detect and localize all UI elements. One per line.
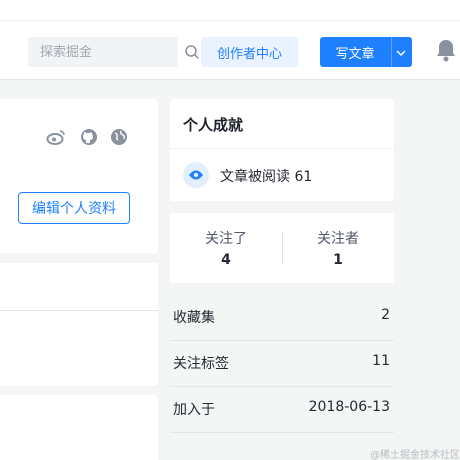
write-article-label[interactable]: 写文章: [320, 37, 390, 67]
creator-center-button[interactable]: 创作者中心: [201, 37, 298, 67]
eye-icon: [183, 162, 209, 188]
watermark: @稀土掘金技术社区: [370, 450, 460, 460]
weibo-icon[interactable]: [46, 128, 66, 150]
profile-card: [0, 99, 158, 253]
profile-tabs-card: [0, 263, 158, 386]
top-nav-bar: 创作者中心 写文章: [0, 0, 460, 80]
followers-count[interactable]: 1: [282, 252, 394, 268]
search-box[interactable]: [28, 37, 199, 67]
stat-row-followed-tags[interactable]: 关注标签 11: [170, 341, 394, 387]
notification-bell-icon[interactable]: [435, 38, 457, 66]
write-article-button[interactable]: 写文章: [320, 37, 412, 67]
feed-card: [0, 395, 158, 460]
stat-key: 加入于: [173, 402, 215, 418]
followers-stat[interactable]: 关注者 1: [282, 228, 394, 268]
stat-value: 2018-06-13: [308, 399, 390, 415]
website-globe-icon[interactable]: [110, 128, 128, 150]
github-icon[interactable]: [80, 128, 98, 150]
following-stat[interactable]: 关注了 4: [170, 228, 282, 268]
stat-key: 关注标签: [173, 356, 229, 372]
tabs-divider: [0, 310, 158, 311]
following-label[interactable]: 关注了: [170, 228, 282, 248]
stat-value: 2: [381, 307, 390, 323]
article-read-label: 文章被阅读: [220, 169, 290, 185]
article-read-stat: 文章被阅读 61: [220, 166, 312, 186]
article-read-count: 61: [294, 169, 313, 185]
stat-key: 收藏集: [173, 310, 215, 326]
stat-row-collections[interactable]: 收藏集 2: [170, 295, 394, 341]
achievements-divider: [170, 148, 394, 149]
edit-profile-button[interactable]: 编辑个人资料: [18, 192, 130, 224]
achievements-title: 个人成就: [183, 116, 244, 134]
chevron-down-icon[interactable]: [396, 47, 406, 62]
search-input[interactable]: [28, 37, 148, 67]
stat-row-joined: 加入于 2018-06-13: [170, 387, 394, 433]
stat-value: 11: [372, 353, 390, 369]
search-icon[interactable]: [184, 44, 200, 64]
top-divider: [0, 20, 460, 21]
button-split-divider: [391, 37, 392, 67]
following-count[interactable]: 4: [170, 252, 282, 268]
followers-label[interactable]: 关注者: [282, 228, 394, 248]
